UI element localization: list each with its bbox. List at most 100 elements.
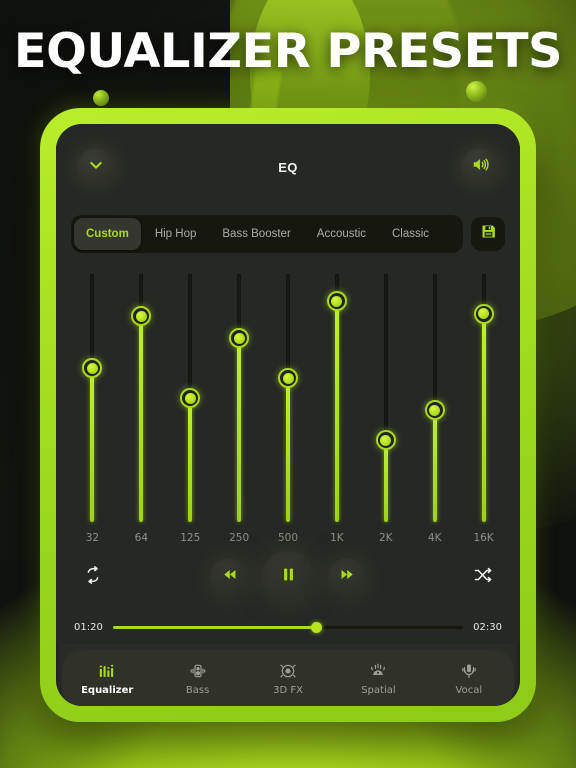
eq-thumb-250[interactable] [229,328,250,349]
eq-slider-125[interactable] [178,274,202,522]
eq-band-4K: 4K [410,274,459,544]
eq-thumb-core [331,295,343,307]
volume-button[interactable] [461,148,499,186]
eq-fill [286,378,290,522]
volume-high-icon [471,155,490,179]
eq-fill [237,338,242,522]
eq-thumb-125[interactable] [180,388,201,408]
duration-time: 02:30 [473,621,502,633]
play-pause-button[interactable] [262,551,314,603]
transport-controls [56,544,520,610]
eq-thumb-core [184,392,196,404]
eq-band-500: 500 [264,274,313,544]
eq-fill [139,316,144,522]
3dfx-disc-icon [279,662,297,680]
eq-frequency-label: 64 [134,532,149,544]
eq-band-32: 32 [68,274,117,544]
eq-thumb-500[interactable] [278,368,298,389]
nav-item-label: Bass [185,685,210,696]
progress-fill [112,625,317,629]
eq-slider-4K[interactable] [423,274,447,522]
preset-tab-bass-booster[interactable]: Bass Booster [210,218,302,250]
eq-slider-500[interactable] [276,274,300,522]
eq-thumb-core [429,404,441,416]
eq-slider-64[interactable] [129,274,153,522]
eq-thumb-core [282,372,294,384]
transport-center-group [210,551,366,603]
bottom-navigation: Equalizer Bass 3D FX Spatial Vocal [62,650,514,706]
preset-tab-custom[interactable]: Custom [74,218,141,250]
presets-row: Custom Hip Hop Bass Booster Accoustic Classi… [56,210,520,258]
nav-item-label: 3D FX [273,685,303,696]
save-floppy-icon [480,223,497,245]
nav-item-bass[interactable]: Bass [152,662,242,696]
decorative-sphere-right [466,81,487,102]
eq-thumb-core [135,310,147,322]
equalizer-panel: 32 64 125 250 500 1K 2K 4K 16K [56,258,520,544]
eq-thumb-4K[interactable] [424,400,445,421]
eq-thumb-16K[interactable] [473,303,494,324]
elapsed-time: 01:20 [74,621,103,633]
eq-frequency-label: 250 [229,532,250,544]
eq-slider-250[interactable] [227,274,251,522]
eq-slider-32[interactable] [80,274,104,522]
eq-band-1K: 1K [312,274,361,544]
preset-tab-hip-hop[interactable]: Hip Hop [143,218,209,250]
preset-tab-classic[interactable]: Classic [380,218,441,250]
eq-frequency-label: 500 [277,532,299,544]
rewind-button[interactable] [210,558,248,596]
preset-tab-accoustic[interactable]: Accoustic [305,218,378,250]
spatial-audio-icon [369,662,387,680]
rewind-icon [221,566,238,588]
pause-icon [279,565,298,589]
presets-tablist[interactable]: Custom Hip Hop Bass Booster Accoustic Classi… [71,215,463,253]
eq-frequency-label: 16K [473,532,494,544]
eq-thumb-core [478,308,490,320]
fast-forward-icon [339,566,356,588]
eq-slider-16K[interactable] [472,274,496,522]
nav-item-vocal[interactable]: Vocal [424,662,514,696]
eq-band-125: 125 [166,274,215,544]
nav-item-equalizer[interactable]: Equalizer [62,662,152,696]
equalizer-bars-icon [98,662,116,680]
eq-frequency-label: 1K [330,532,344,544]
shuffle-button[interactable] [470,564,496,590]
progress-thumb[interactable] [310,621,322,633]
eq-fill [432,410,437,522]
eq-thumb-1K[interactable] [326,291,347,312]
eq-slider-2K[interactable] [374,274,398,522]
nav-item-label: Spatial [361,685,396,696]
nav-item-label: Equalizer [81,685,134,696]
eq-thumb-2K[interactable] [375,430,396,451]
shuffle-icon [473,565,493,590]
eq-thumb-core [233,332,245,344]
eq-fill [481,313,486,522]
eq-frequency-label: 125 [180,532,201,544]
collapse-button[interactable] [77,148,115,186]
repeat-button[interactable] [80,564,106,590]
chevron-down-icon [88,157,104,178]
app-title: EQ [278,159,298,175]
eq-fill [383,440,388,522]
bass-speaker-icon [189,662,207,680]
eq-frequency-label: 4K [427,532,442,544]
fast-forward-button[interactable] [328,558,366,596]
nav-item-3d-fx[interactable]: 3D FX [243,662,333,696]
eq-thumb-core [380,434,392,446]
nav-item-spatial[interactable]: Spatial [333,662,423,696]
save-preset-button[interactable] [471,217,505,251]
page-title: EQUALIZER PRESETS [13,24,563,79]
eq-band-64: 64 [117,274,166,544]
eq-band-16K: 16K [459,274,508,544]
eq-thumb-64[interactable] [131,306,152,327]
eq-thumb-32[interactable] [82,358,103,379]
microphone-icon [460,662,478,680]
progress-slider[interactable] [112,621,464,633]
repeat-icon [83,565,103,590]
eq-thumb-core [86,362,98,374]
app-screen: EQ Custom Hip Hop Bass Booster Accoustic Cla… [56,124,520,706]
decorative-sphere-left [93,90,109,106]
eq-slider-1K[interactable] [325,274,349,522]
app-header: EQ [56,124,520,210]
progress-row: 01:20 02:30 [56,610,520,644]
